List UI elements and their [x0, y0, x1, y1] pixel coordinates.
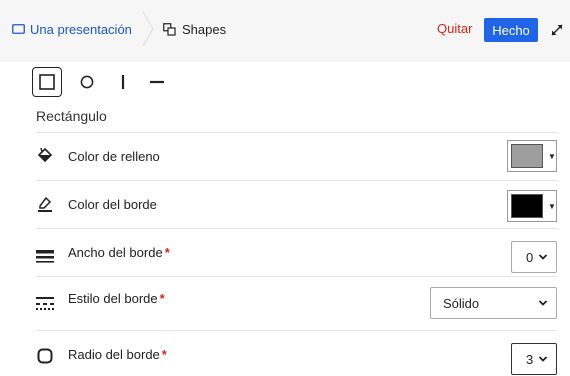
- border-radius-row: Radio del borde * 3: [36, 330, 557, 376]
- line-weight-icon: [36, 250, 54, 263]
- breadcrumb-current: Shapes: [163, 20, 226, 38]
- border-width-select[interactable]: 0: [511, 241, 557, 273]
- required-marker: *: [161, 347, 167, 362]
- border-radius-value: 3: [526, 351, 534, 367]
- fill-color-picker[interactable]: ▼: [507, 140, 557, 172]
- line-style-icon: [36, 297, 54, 310]
- paint-bucket-icon: [37, 147, 53, 163]
- shape-vertical-line-button[interactable]: [108, 67, 138, 97]
- border-width-row: Ancho del borde * 0: [36, 228, 557, 274]
- fill-color-row: Color de relleno ▼: [36, 132, 557, 178]
- selected-shape-label: Rectángulo: [36, 108, 107, 124]
- breadcrumb-presentation-label: Una presentación: [30, 21, 132, 37]
- border-color-picker[interactable]: ▼: [507, 190, 557, 222]
- done-button[interactable]: Hecho: [484, 18, 538, 42]
- presentation-icon: [12, 23, 25, 34]
- circle-icon: [80, 75, 94, 89]
- chevron-down-icon: [538, 356, 548, 362]
- border-style-select[interactable]: Sólido: [430, 287, 557, 319]
- shapes-icon: [163, 22, 176, 36]
- expand-icon[interactable]: [549, 22, 565, 38]
- breadcrumb-current-label: Shapes: [182, 21, 227, 37]
- shape-picker: [32, 62, 232, 102]
- chevron-down-icon: [538, 300, 548, 306]
- rounded-corner-icon: [37, 348, 53, 364]
- border-width-value: 0: [526, 249, 534, 265]
- horizontal-line-icon: [150, 80, 164, 84]
- border-radius-label: Radio del borde *: [68, 347, 167, 362]
- required-marker: *: [159, 291, 165, 306]
- rectangle-icon: [39, 74, 55, 90]
- border-style-row: Estilo del borde * Sólido: [36, 276, 557, 322]
- border-style-label: Estilo del borde *: [68, 291, 165, 306]
- vertical-line-icon: [121, 75, 125, 89]
- shape-circle-button[interactable]: [72, 67, 102, 97]
- breadcrumb-presentation[interactable]: Una presentación: [12, 20, 132, 38]
- border-color-label: Color del borde: [68, 197, 157, 212]
- border-radius-select[interactable]: 3: [511, 343, 557, 375]
- fill-color-swatch: [511, 144, 543, 168]
- border-color-row: Color del borde ▼: [36, 180, 557, 226]
- caret-down-icon: ▼: [548, 201, 556, 211]
- shape-rectangle-button[interactable]: [32, 67, 62, 97]
- top-bar: Una presentación Shapes Quitar Hecho: [0, 0, 570, 62]
- required-marker: *: [164, 245, 170, 260]
- border-style-value: Sólido: [443, 295, 480, 311]
- border-color-swatch: [511, 194, 543, 218]
- quit-button[interactable]: Quitar: [437, 20, 472, 38]
- border-width-label: Ancho del borde *: [68, 245, 170, 260]
- fill-color-label: Color de relleno: [68, 149, 160, 164]
- breadcrumb-separator: [142, 12, 154, 46]
- caret-down-icon: ▼: [548, 151, 556, 161]
- chevron-down-icon: [538, 254, 548, 260]
- pen-icon: [38, 196, 52, 212]
- shape-horizontal-line-button[interactable]: [142, 67, 172, 97]
